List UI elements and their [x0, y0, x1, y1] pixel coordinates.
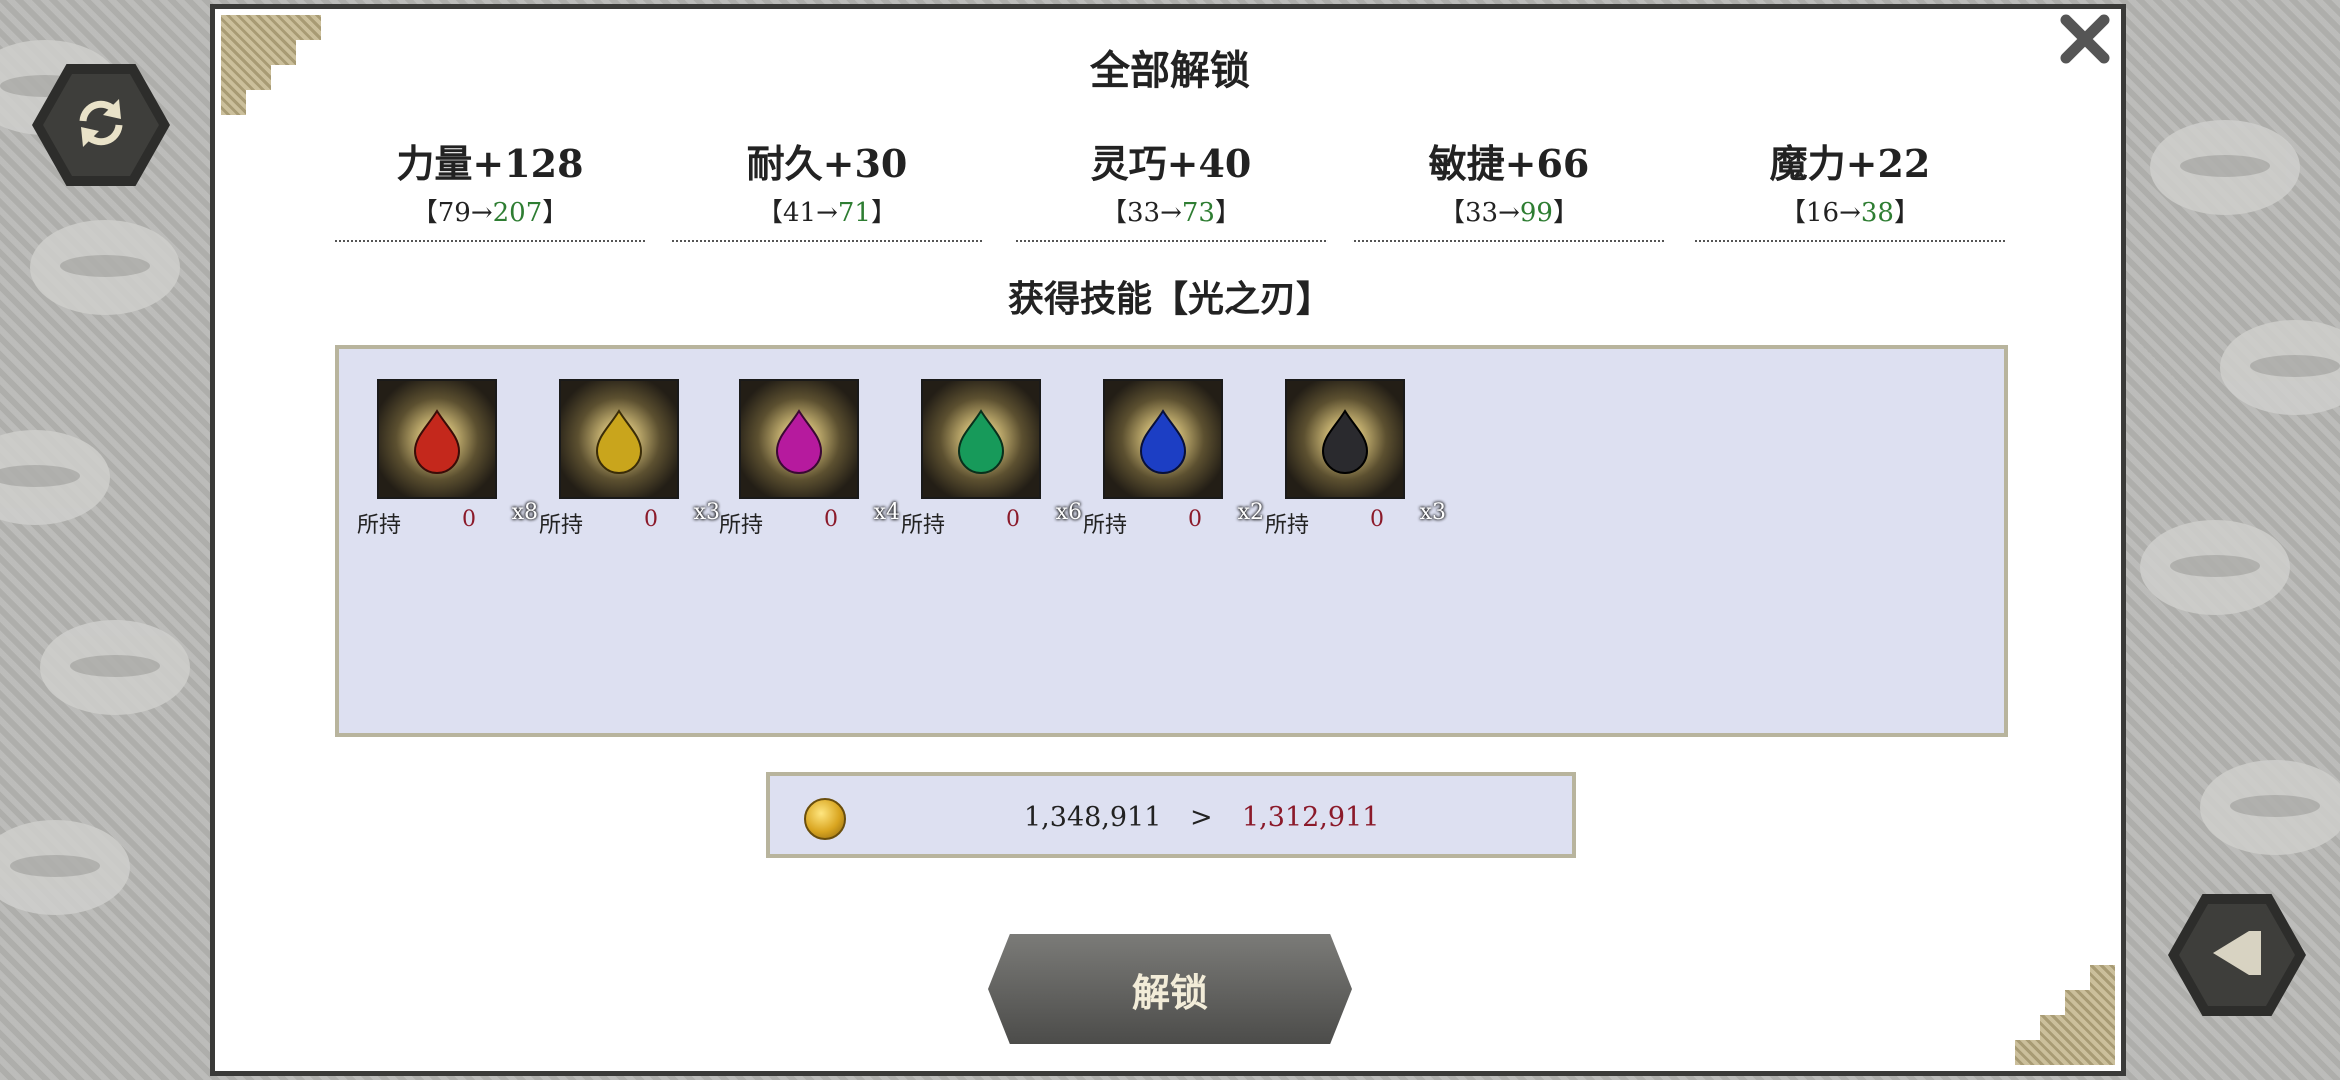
- owned-count: 0: [462, 507, 476, 532]
- green-gem-icon: [921, 379, 1041, 499]
- current-gold: 1,348,911: [1024, 802, 1162, 833]
- refresh-icon: [69, 91, 133, 159]
- cost-arrow: >: [1190, 802, 1213, 833]
- stat-agility: 敏捷+66 【33→99】: [1354, 140, 1664, 242]
- owned-count: 0: [824, 507, 838, 532]
- blue-gem-icon: [1103, 379, 1223, 499]
- item-slot[interactable]: x2 所持 0: [1083, 379, 1268, 538]
- dialog-title: 全部解锁: [1090, 47, 1250, 94]
- item-quantity: x6: [1055, 500, 1082, 525]
- skill-gained-text: 获得技能【光之刃】: [1007, 278, 1332, 320]
- item-quantity: x3: [693, 500, 720, 525]
- background-pattern: [2150, 120, 2300, 215]
- background-pattern: [40, 620, 190, 715]
- stat-range: 【41→71】: [757, 198, 897, 228]
- stat-endurance: 耐久+30 【41→71】: [672, 140, 982, 242]
- black-gem-icon: [1285, 379, 1405, 499]
- stat-range: 【16→38】: [1780, 198, 1920, 228]
- item-quantity: x4: [873, 500, 900, 525]
- owned-count: 0: [644, 507, 658, 532]
- item-quantity: x8: [511, 500, 538, 525]
- gold-cost-box: 1,348,911 > 1,312,911: [766, 772, 1576, 858]
- item-quantity: x3: [1419, 500, 1446, 525]
- item-slot[interactable]: x3 所持 0: [539, 379, 724, 538]
- stat-dexterity: 灵巧+40 【33→73】: [1016, 140, 1326, 242]
- stat-range: 【79→207】: [411, 198, 569, 228]
- stat-magic: 魔力+22 【16→38】: [1695, 140, 2005, 242]
- owned-label: 所持: [901, 513, 946, 538]
- owned-label: 所持: [719, 513, 764, 538]
- owned-count: 0: [1188, 507, 1202, 532]
- background-pattern: [2140, 520, 2290, 615]
- stat-range: 【33→99】: [1439, 198, 1579, 228]
- back-triangle-icon: [2205, 921, 2269, 989]
- stat-name: 耐久+30: [746, 141, 908, 186]
- stat-name: 魔力+22: [1769, 141, 1931, 186]
- stat-range: 【33→73】: [1101, 198, 1241, 228]
- owned-label: 所持: [539, 513, 584, 538]
- item-slot[interactable]: x6 所持 0: [901, 379, 1086, 538]
- red-gem-icon: [377, 379, 497, 499]
- item-slot[interactable]: x3 所持 0: [1265, 379, 1450, 538]
- owned-label: 所持: [1265, 513, 1310, 538]
- stat-gains: 力量+128 【79→207】 耐久+30 【41→71】 灵巧+40 【33→…: [335, 140, 2010, 245]
- owned-count: 0: [1006, 507, 1020, 532]
- stat-name: 敏捷+66: [1428, 141, 1590, 186]
- item-slot[interactable]: x8 所持 0: [357, 379, 542, 538]
- required-items-panel: x8 所持 0 x3 所持 0 x4 所持 0 x6 所持 0 x2 所持 0: [335, 345, 2008, 737]
- stat-strength: 力量+128 【79→207】: [335, 140, 645, 242]
- item-quantity: x2: [1237, 500, 1264, 525]
- stat-name: 灵巧+40: [1090, 141, 1252, 186]
- gold-after-unlock: 1,312,911: [1242, 802, 1380, 833]
- owned-count: 0: [1370, 507, 1384, 532]
- item-slot[interactable]: x4 所持 0: [719, 379, 904, 538]
- gold-coin-icon: [804, 798, 846, 840]
- unlock-button[interactable]: 解锁: [988, 934, 1352, 1044]
- owned-label: 所持: [1083, 513, 1128, 538]
- owned-label: 所持: [357, 513, 402, 538]
- magenta-gem-icon: [739, 379, 859, 499]
- background-pattern: [2200, 760, 2340, 855]
- yellow-gem-icon: [559, 379, 679, 499]
- stat-name: 力量+128: [396, 141, 584, 186]
